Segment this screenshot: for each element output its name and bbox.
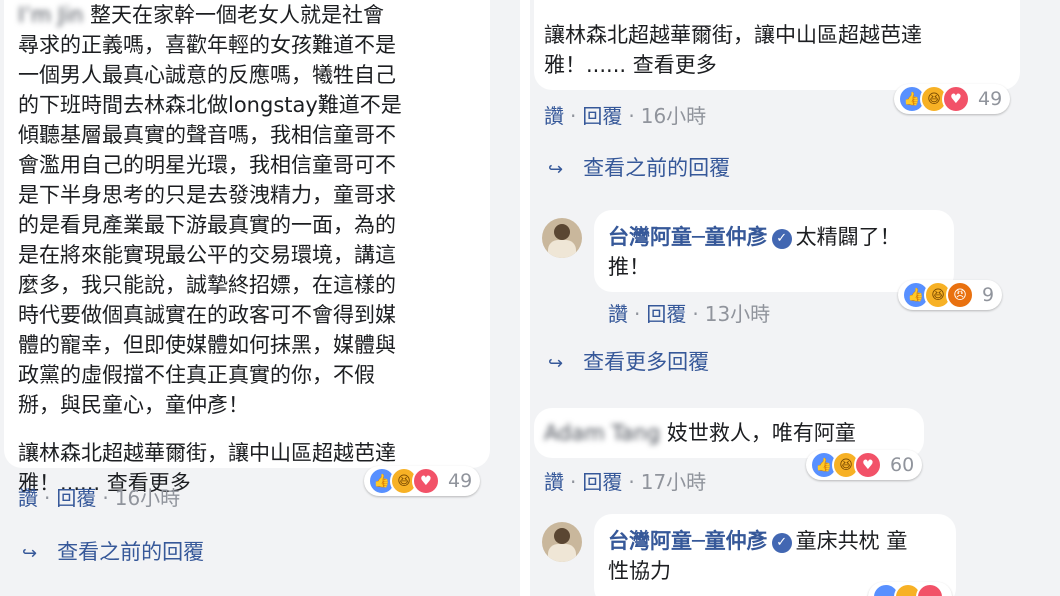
love-reaction-icon: ♥ bbox=[412, 467, 440, 495]
reply-button[interactable]: 回覆 bbox=[646, 302, 686, 326]
comment-timestamp[interactable]: 16小時 bbox=[641, 104, 706, 128]
avatar[interactable] bbox=[542, 522, 582, 562]
reply-actions: 讚 · 回覆 · 13小時 bbox=[608, 302, 771, 326]
comment-text-line: 麼多，我只能說，誠摯終招嫖，在這樣的 bbox=[18, 273, 396, 297]
view-previous-replies-label: 查看之前的回覆 bbox=[57, 540, 205, 564]
like-button[interactable]: 讚 bbox=[18, 486, 38, 510]
reaction-summary[interactable]: 👍 😆 😠 9 bbox=[898, 280, 1003, 310]
comment-text-line: 整天在家幹一個老女人就是社會 bbox=[90, 3, 385, 27]
view-previous-replies-link[interactable]: ↪ 查看之前的回覆 bbox=[22, 536, 204, 566]
comment-actions: 讚 · 回覆 · 16小時 bbox=[18, 486, 181, 510]
comment-text: 妓世救人，唯有阿童 bbox=[666, 421, 856, 445]
view-more-replies-label: 查看更多回覆 bbox=[583, 350, 710, 374]
comment-text-line: 體的寵幸，但即使媒體如何抹黑，媒體與 bbox=[18, 333, 396, 357]
reaction-count: 49 bbox=[978, 88, 1003, 110]
reaction-summary[interactable]: 👍 😆 ♥ 60 bbox=[806, 450, 923, 480]
reply-text: 推！ bbox=[608, 255, 650, 279]
right-screenshot-panel: 讓林森北超越華爾街，讓中山區超越芭達 雅！...... 查看更多 👍 😆 ♥ 4… bbox=[530, 0, 1060, 596]
top-comment-bubble: 讓林森北超越華爾街，讓中山區超越芭達 雅！...... 查看更多 bbox=[534, 0, 1020, 90]
like-button[interactable]: 讚 bbox=[544, 470, 564, 494]
comment-text-line: 雅！ bbox=[544, 53, 586, 77]
reply-text: 太精闢了！ bbox=[795, 225, 901, 249]
comment-text-line: 會濫用自己的明星光環，我相信童哥可不 bbox=[18, 153, 396, 177]
main-comment-first-line: I’m Jin 整天在家幹一個老女人就是社會 bbox=[18, 0, 488, 30]
verified-check-icon: ✓ bbox=[771, 533, 792, 553]
reaction-summary[interactable]: 👍 😆 ♥ 49 bbox=[894, 84, 1011, 114]
blurred-commenter-name[interactable]: I’m Jin bbox=[18, 3, 83, 27]
love-reaction-icon: ♥ bbox=[854, 451, 882, 479]
ellipsis: ...... bbox=[586, 53, 627, 77]
comment-timestamp[interactable]: 16小時 bbox=[115, 486, 180, 510]
reaction-count: 9 bbox=[982, 284, 995, 306]
comment-text-line: 時代要做個真誠實在的政客可不會得到媒 bbox=[18, 303, 396, 327]
panel-divider bbox=[520, 0, 530, 596]
comment-timestamp[interactable]: 17小時 bbox=[641, 470, 706, 494]
reply-author-name[interactable]: 台灣阿童─童仲彥 bbox=[608, 225, 768, 249]
comment-text-line: 的是看見產業最下游最真實的一面，為的 bbox=[18, 213, 396, 237]
comment-text-line: 是在將來能實現最公平的交易環境，講這 bbox=[18, 243, 396, 267]
reaction-summary[interactable] bbox=[868, 582, 952, 596]
comment-text-line: 讓林森北超越華爾街，讓中山區超越芭達 bbox=[544, 23, 922, 47]
avatar[interactable] bbox=[542, 218, 582, 258]
comment-text-line: 的下班時間去林森北做longstay難道不是 bbox=[18, 93, 402, 117]
see-more-link[interactable]: 查看更多 bbox=[633, 53, 717, 77]
blurred-commenter-name[interactable]: Adam Tang bbox=[544, 421, 660, 445]
like-button[interactable]: 讚 bbox=[544, 104, 564, 128]
verified-check-icon: ✓ bbox=[771, 229, 792, 249]
reply-button[interactable]: 回覆 bbox=[56, 486, 96, 510]
comment-text-line: 掰，與民童心，童仲彥！ bbox=[18, 393, 249, 417]
angry-reaction-icon: 😠 bbox=[946, 281, 974, 309]
comment-text-line: 傾聽基層最真實的聲音嗎，我相信童哥不 bbox=[18, 123, 396, 147]
reply-arrow-icon: ↪ bbox=[548, 353, 564, 374]
reply-arrow-icon: ↪ bbox=[22, 543, 38, 564]
reply-first-line: 台灣阿童─童仲彥 ✓ 童床共枕 童 bbox=[608, 526, 907, 556]
reply-author-name[interactable]: 台灣阿童─童仲彥 bbox=[608, 529, 768, 553]
view-more-replies-link[interactable]: ↪ 查看更多回覆 bbox=[548, 346, 709, 376]
reply-timestamp[interactable]: 13小時 bbox=[705, 302, 770, 326]
reply-text: 性協力 bbox=[608, 559, 671, 583]
comment-text-line: 讓林森北超越華爾街，讓中山區超越芭達 bbox=[18, 441, 396, 465]
reply-button[interactable]: 回覆 bbox=[582, 470, 622, 494]
love-reaction-icon bbox=[916, 583, 944, 596]
view-previous-replies-label: 查看之前的回覆 bbox=[583, 156, 731, 180]
like-button[interactable]: 讚 bbox=[608, 302, 628, 326]
left-screenshot-panel: I’m Jin 整天在家幹一個老女人就是社會 尋求的正義嗎，喜歡年輕的女孩難道不… bbox=[0, 0, 520, 596]
comment-text-line: 是下半身思考的只是去發洩精力，童哥求 bbox=[18, 183, 396, 207]
comment-text-line: 一個男人最真心誠意的反應嗎，犧牲自己 bbox=[18, 63, 396, 87]
main-comment-bubble: I’m Jin 整天在家幹一個老女人就是社會 尋求的正義嗎，喜歡年輕的女孩難道不… bbox=[4, 0, 490, 495]
comment-text-line: 尋求的正義嗎，喜歡年輕的女孩難道不是 bbox=[18, 33, 396, 57]
love-reaction-icon: ♥ bbox=[942, 85, 970, 113]
reply-arrow-icon: ↪ bbox=[548, 159, 564, 180]
reaction-count: 60 bbox=[890, 454, 915, 476]
comment-text-line: 政黨的虛假擋不住真正真實的你，不假 bbox=[18, 363, 375, 387]
reply-bubble: 台灣阿童─童仲彥 ✓ 太精闢了！ 推！ bbox=[594, 210, 954, 292]
reply-first-line: 台灣阿童─童仲彥 ✓ 太精闢了！ bbox=[608, 222, 901, 252]
reply-button[interactable]: 回覆 bbox=[582, 104, 622, 128]
comment-actions: 讚 · 回覆 · 17小時 bbox=[544, 470, 707, 494]
reaction-summary[interactable]: 👍 😆 ♥ 49 bbox=[364, 466, 481, 496]
view-previous-replies-link[interactable]: ↪ 查看之前的回覆 bbox=[548, 152, 730, 182]
comment-closing-line: 雅！...... 查看更多 bbox=[544, 50, 922, 80]
reaction-count: 49 bbox=[448, 470, 473, 492]
reply-text: 童床共枕 童 bbox=[795, 529, 908, 553]
comment-actions: 讚 · 回覆 · 16小時 bbox=[544, 104, 707, 128]
